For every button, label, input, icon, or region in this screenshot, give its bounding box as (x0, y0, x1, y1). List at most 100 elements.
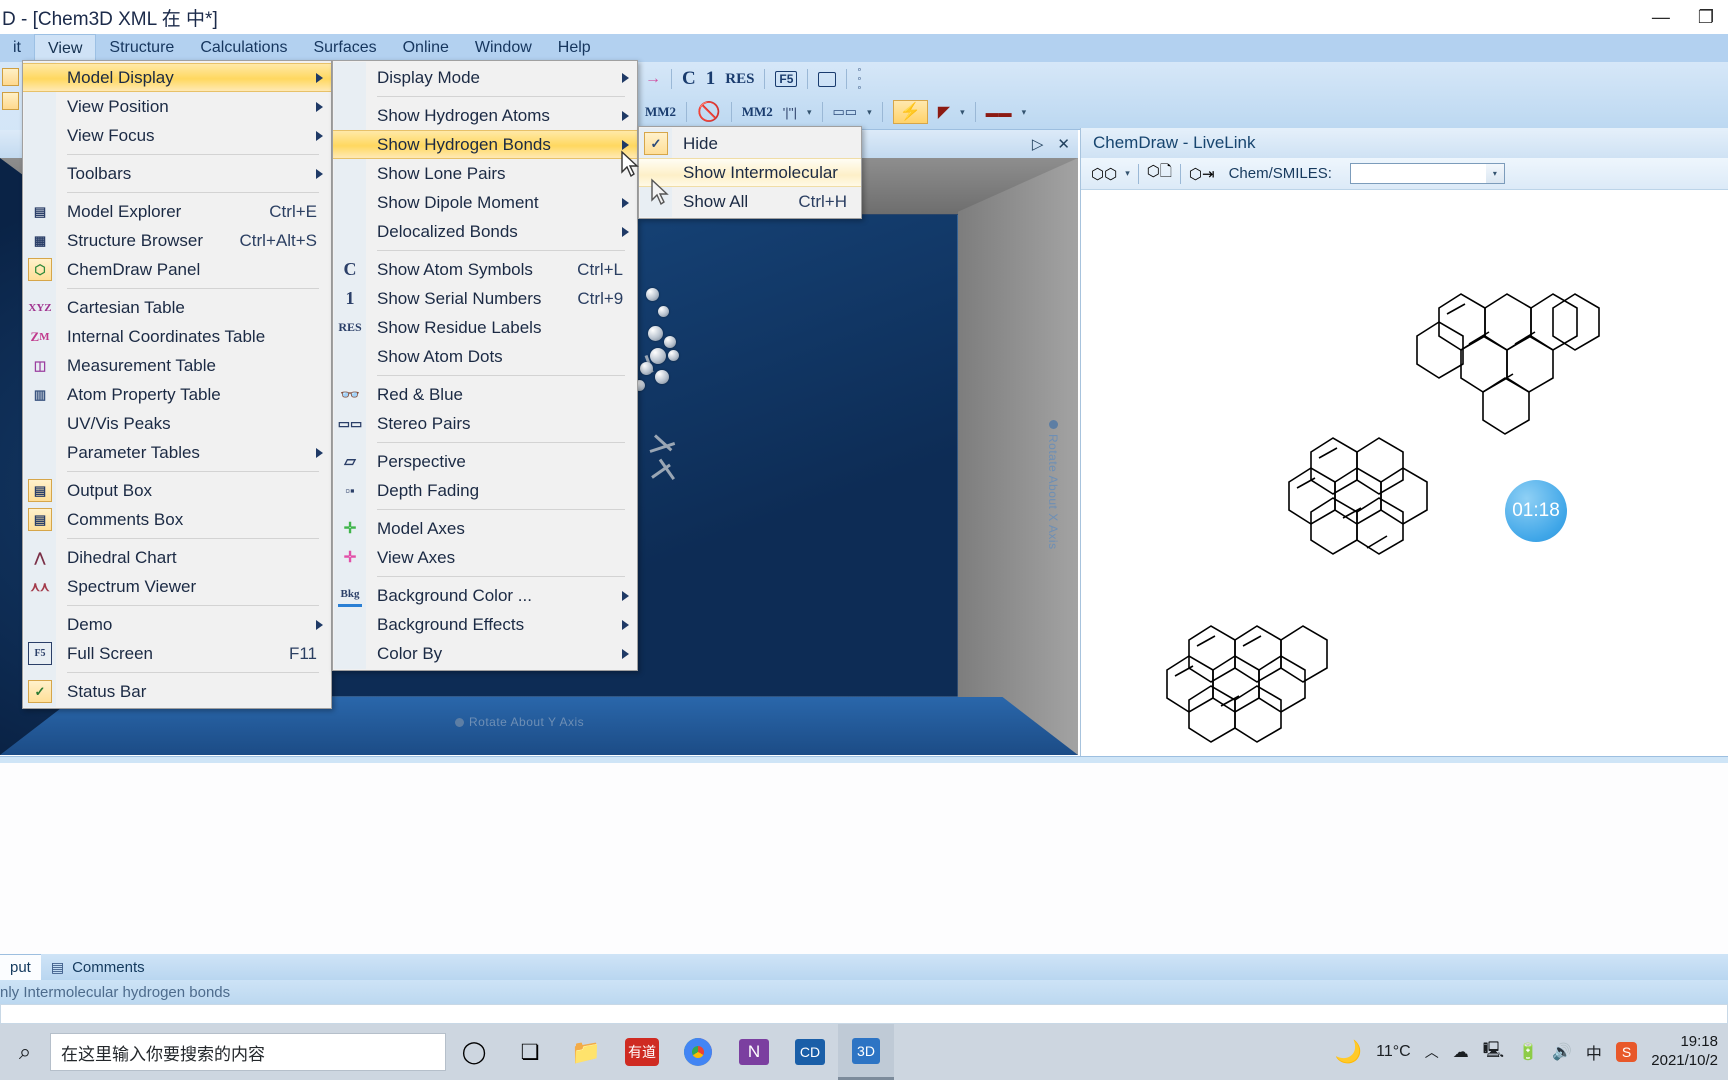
restore-icon[interactable]: ▷ (1032, 135, 1044, 153)
chevron-down-icon[interactable]: ▾ (1125, 168, 1130, 179)
menuitem-uvvis-peaks[interactable]: UV/Vis Peaks (23, 409, 331, 438)
menu-online[interactable]: Online (390, 34, 462, 62)
menuitem-stereo-pairs[interactable]: ▭▭ Stereo Pairs (333, 409, 637, 438)
menuitem-demo[interactable]: Demo (23, 610, 331, 639)
menuitem-show-lone-pairs[interactable]: Show Lone Pairs (333, 159, 637, 188)
sogou-icon[interactable]: S (1615, 1042, 1638, 1062)
copy-structure-icon[interactable]: ⬡🗋 (1147, 161, 1172, 186)
menuitem-measurement-table[interactable]: ◫ Measurement Table (23, 351, 331, 380)
menuitem-toolbars[interactable]: Toolbars (23, 159, 331, 188)
mm2-minimize-tool[interactable]: MM2 (645, 104, 676, 120)
smiles-dropdown-arrow[interactable]: ▾ (1485, 164, 1504, 183)
menuitem-status-bar[interactable]: ✓ Status Bar (23, 677, 331, 706)
atom-symbols-tool[interactable]: C (682, 68, 696, 90)
chevron-down-icon-4[interactable]: ▾ (1022, 107, 1027, 118)
taskbar-onenote-icon[interactable]: N (726, 1024, 782, 1080)
menu-window[interactable]: Window (462, 34, 545, 62)
menuitem-show-serial-numbers[interactable]: 1 Show Serial Numbers Ctrl+9 (333, 284, 637, 313)
rail-tool-1[interactable] (2, 68, 19, 86)
menuitem-depth-fading[interactable]: ▫▪ Depth Fading (333, 476, 637, 505)
menuitem-show-intermolecular[interactable]: Show Intermolecular (639, 158, 861, 187)
menuitem-output-box[interactable]: ▤ Output Box (23, 476, 331, 505)
menuitem-display-mode[interactable]: Display Mode (333, 63, 637, 92)
taskbar-chem3d-icon[interactable]: 3D (838, 1024, 894, 1080)
menuitem-hide[interactable]: ✓ Hide (639, 129, 861, 158)
menuitem-show-atom-dots[interactable]: Show Atom Dots (333, 342, 637, 371)
menuitem-view-focus[interactable]: View Focus (23, 121, 331, 150)
menuitem-show-hydrogen-bonds[interactable]: Show Hydrogen Bonds (333, 130, 637, 159)
menu-calculations[interactable]: Calculations (187, 34, 300, 62)
chem-structure-icon[interactable]: ⬡⬡ (1091, 165, 1117, 183)
line-tool-icon[interactable]: ▬▬ (986, 105, 1012, 120)
menuitem-comments-box[interactable]: ▤ Comments Box (23, 505, 331, 534)
menuitem-chemdraw-panel[interactable]: ⬡ ChemDraw Panel (23, 255, 331, 284)
smiles-input[interactable]: ▾ (1349, 163, 1505, 184)
rail-tool-2[interactable] (2, 92, 19, 110)
menuitem-perspective[interactable]: ▱ Perspective (333, 447, 637, 476)
insert-structure-icon[interactable]: ⬡⇥ (1189, 165, 1215, 183)
menuitem-spectrum-viewer[interactable]: ⋏⋏ Spectrum Viewer (23, 572, 331, 601)
taskbar-cortana-icon[interactable]: ◯ (446, 1024, 502, 1080)
menuitem-background-effects[interactable]: Background Effects (333, 610, 637, 639)
close-icon[interactable]: ✕ (1057, 135, 1070, 153)
menuitem-dihedral-chart[interactable]: ⋀ Dihedral Chart (23, 543, 331, 572)
menuitem-red-and-blue[interactable]: 👓 Red & Blue (333, 380, 637, 409)
taskbar-task-view-icon[interactable]: ❏ (502, 1024, 558, 1080)
menuitem-color-by[interactable]: Color By (333, 639, 637, 668)
more-tools-icon[interactable]: ◦ ◦ ◦ (857, 64, 861, 93)
search-input[interactable]: 在这里输入你要搜索的内容 (50, 1033, 446, 1071)
menuitem-atom-property-table[interactable]: ▥ Atom Property Table (23, 380, 331, 409)
menuitem-cartesian-table[interactable]: XYZ Cartesian Table (23, 293, 331, 322)
fullscreen-tool[interactable]: F5 (775, 71, 798, 88)
taskbar-youdao-icon[interactable]: 有道 (614, 1024, 670, 1080)
tab-comments[interactable]: ▤ Comments (41, 954, 155, 980)
menuitem-internal-coordinates-table[interactable]: ZM Internal Coordinates Table (23, 322, 331, 351)
cloud-icon[interactable]: ☁ (1453, 1042, 1469, 1062)
menuitem-view-position[interactable]: View Position (23, 92, 331, 121)
menuitem-structure-browser[interactable]: ▦ Structure Browser Ctrl+Alt+S (23, 226, 331, 255)
chevron-up-icon[interactable]: ︿ (1425, 1042, 1439, 1062)
serial-numbers-tool[interactable]: 1 (706, 68, 716, 90)
start-button[interactable]: ⌕ (0, 1024, 50, 1080)
chevron-down-icon-3[interactable]: ▾ (960, 107, 965, 118)
minimize-button[interactable]: — (1652, 8, 1670, 26)
menuitem-parameter-tables[interactable]: Parameter Tables (23, 438, 331, 467)
menuitem-model-explorer[interactable]: ▤ Model Explorer Ctrl+E (23, 197, 331, 226)
mm2-dynamics-tool[interactable]: MM2 (742, 104, 773, 120)
menuitem-show-atom-symbols[interactable]: C Show Atom Symbols Ctrl+L (333, 255, 637, 284)
ramp-tool-icon[interactable]: ◤ (938, 102, 950, 122)
network-icon[interactable]: 🖳 (1483, 1039, 1504, 1066)
clock[interactable]: 19:18 2021/10/2 (1651, 1033, 1722, 1071)
menu-edit[interactable]: it (0, 34, 34, 62)
menuitem-delocalized-bonds[interactable]: Delocalized Bonds (333, 217, 637, 246)
comments-edit-field[interactable] (0, 1004, 1728, 1024)
bond-length-tool[interactable]: '|''| (783, 105, 797, 120)
menuitem-show-hydrogen-atoms[interactable]: Show Hydrogen Atoms (333, 101, 637, 130)
residue-labels-tool[interactable]: RES (725, 71, 754, 88)
menuitem-model-axes[interactable]: ✛ Model Axes (333, 514, 637, 543)
chevron-down-icon[interactable]: ▾ (807, 107, 812, 118)
menuitem-show-dipole-moment[interactable]: Show Dipole Moment (333, 188, 637, 217)
menuitem-show-residue-labels[interactable]: RES Show Residue Labels (333, 313, 637, 342)
box-display-tool[interactable]: ▭▭ (833, 104, 858, 120)
maximize-button[interactable]: ❐ (1698, 8, 1714, 26)
taskbar-chemdraw-icon[interactable]: CD (782, 1024, 838, 1080)
menuitem-show-all[interactable]: Show All Ctrl+H (639, 187, 861, 216)
molecule-structure-middle[interactable] (1271, 412, 1501, 612)
chevron-down-icon-2[interactable]: ▾ (867, 107, 872, 118)
volume-icon[interactable]: 🔊 (1552, 1042, 1572, 1062)
ime-chinese-icon[interactable]: 中 (1586, 1040, 1602, 1064)
menu-help[interactable]: Help (545, 34, 604, 62)
menu-surfaces[interactable]: Surfaces (300, 34, 389, 62)
tab-output[interactable]: put (0, 954, 41, 980)
menuitem-view-axes[interactable]: ✛ View Axes (333, 543, 637, 572)
menuitem-background-color[interactable]: Bkg Background Color ... (333, 581, 637, 610)
molecule-structure-bottom[interactable] (1143, 610, 1363, 756)
presentation-tool[interactable] (818, 71, 837, 87)
menu-view[interactable]: View (34, 34, 97, 62)
lightning-tool-icon[interactable]: ⚡ (892, 100, 928, 124)
taskbar-chrome-icon[interactable] (670, 1024, 726, 1080)
taskbar-file-explorer-icon[interactable]: 📁 (558, 1024, 614, 1080)
menuitem-full-screen[interactable]: F5 Full Screen F11 (23, 639, 331, 668)
livelink-drawing-canvas[interactable]: 01:18 (1081, 190, 1728, 756)
